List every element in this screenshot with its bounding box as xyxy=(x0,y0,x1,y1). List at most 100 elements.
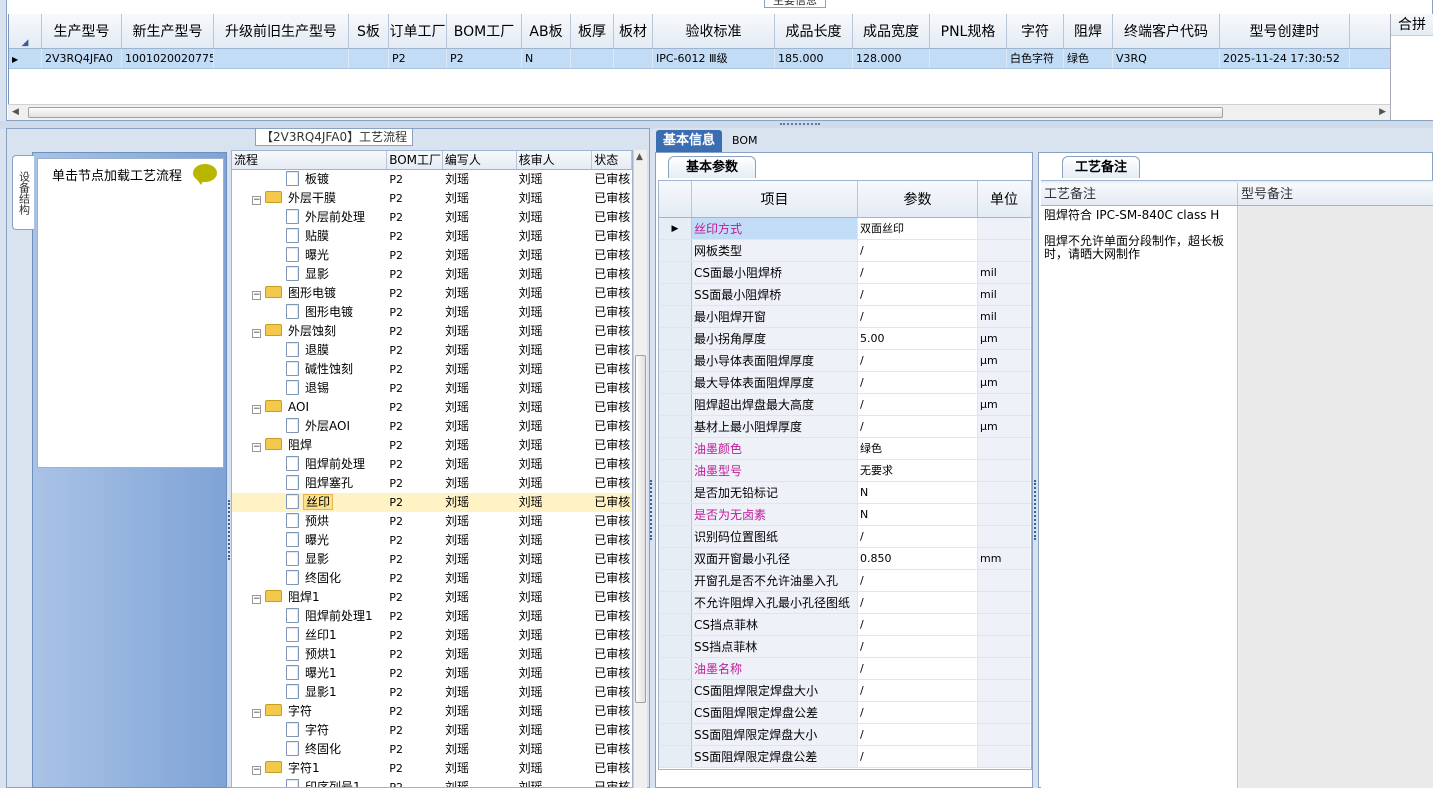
param-value[interactable]: / xyxy=(858,702,978,723)
tree-row[interactable]: 退锡 P2 刘瑶 刘瑶 已审核 xyxy=(232,379,632,398)
collapse-icon[interactable]: − xyxy=(252,709,261,718)
tree-row[interactable]: 预烘1 P2 刘瑶 刘瑶 已审核 xyxy=(232,645,632,664)
param-value[interactable]: / xyxy=(858,592,978,613)
param-value[interactable]: N xyxy=(858,482,978,503)
col-header[interactable]: 新生产型号 xyxy=(122,14,214,48)
cell[interactable] xyxy=(614,49,653,68)
param-row[interactable]: 油墨颜色 绿色 xyxy=(659,438,1031,460)
tree-node[interactable]: − 字符1 xyxy=(232,759,387,778)
param-row[interactable]: SS面最小阻焊桥 / mil xyxy=(659,284,1031,306)
row-selector[interactable] xyxy=(659,262,692,283)
tree-row[interactable]: − 外层干膜 P2 刘瑶 刘瑶 已审核 xyxy=(232,189,632,208)
param-row[interactable]: SS面阻焊限定焊盘公差 / xyxy=(659,746,1031,768)
col-header[interactable]: 成品宽度 xyxy=(853,14,930,48)
tree-node[interactable]: 退锡 xyxy=(232,379,387,398)
col-header[interactable]: AB板 xyxy=(522,14,571,48)
row-selector[interactable] xyxy=(659,504,692,525)
tree-row[interactable]: − 阻焊 P2 刘瑶 刘瑶 已审核 xyxy=(232,436,632,455)
tree-node[interactable]: 阻焊前处理1 xyxy=(232,607,387,626)
tree-row[interactable]: − AOI P2 刘瑶 刘瑶 已审核 xyxy=(232,398,632,417)
tree-node[interactable]: − 外层蚀刻 xyxy=(232,322,387,341)
col-header[interactable]: 验收标准 xyxy=(653,14,775,48)
tab-bom[interactable]: BOM xyxy=(732,134,758,147)
cell[interactable]: IPC-6012 Ⅲ级 xyxy=(653,49,775,68)
param-value[interactable]: / xyxy=(858,658,978,679)
param-value[interactable]: 0.850 xyxy=(858,548,978,569)
model-note-cell[interactable] xyxy=(1239,206,1433,788)
cell[interactable] xyxy=(349,49,389,68)
col-header[interactable]: 字符 xyxy=(1007,14,1064,48)
col-header[interactable]: 板厚 xyxy=(571,14,614,48)
row-selector[interactable] xyxy=(659,680,692,701)
row-selector[interactable] xyxy=(659,328,692,349)
collapse-icon[interactable]: − xyxy=(252,405,261,414)
tree-row[interactable]: 显影 P2 刘瑶 刘瑶 已审核 xyxy=(232,265,632,284)
load-flow-hint[interactable]: 单击节点加载工艺流程 xyxy=(52,165,182,184)
param-value[interactable]: / xyxy=(858,306,978,327)
param-value[interactable]: / xyxy=(858,724,978,745)
tree-node[interactable]: 终固化 xyxy=(232,740,387,759)
row-selector[interactable] xyxy=(659,636,692,657)
col-value[interactable]: 参数 xyxy=(858,181,978,217)
merge-column-header[interactable]: 合拼 xyxy=(1391,14,1433,36)
row-selector[interactable] xyxy=(659,350,692,371)
tree-row[interactable]: 碱性蚀刻 P2 刘瑶 刘瑶 已审核 xyxy=(232,360,632,379)
tree-row[interactable]: 曝光 P2 刘瑶 刘瑶 已审核 xyxy=(232,531,632,550)
cell[interactable]: 绿色 xyxy=(1064,49,1113,68)
tree-node[interactable]: 图形电镀 xyxy=(232,303,387,322)
tree-node[interactable]: 阻焊塞孔 xyxy=(232,474,387,493)
col-header[interactable]: BOM工厂 xyxy=(447,14,522,48)
cell[interactable]: P2 xyxy=(389,49,447,68)
param-row[interactable]: 油墨型号 无要求 xyxy=(659,460,1031,482)
tree-node[interactable]: 显影1 xyxy=(232,683,387,702)
tree-node[interactable]: − 字符 xyxy=(232,702,387,721)
tree-row[interactable]: 外层AOI P2 刘瑶 刘瑶 已审核 xyxy=(232,417,632,436)
cell[interactable] xyxy=(214,49,349,68)
tree-row[interactable]: 预烘 P2 刘瑶 刘瑶 已审核 xyxy=(232,512,632,531)
col-header[interactable]: S板 xyxy=(349,14,389,48)
tree-row[interactable]: 曝光 P2 刘瑶 刘瑶 已审核 xyxy=(232,246,632,265)
cell[interactable] xyxy=(571,49,614,68)
cell[interactable]: 2025-11-24 17:30:52 xyxy=(1220,49,1350,68)
row-selector[interactable] xyxy=(659,614,692,635)
cell[interactable]: 128.000 xyxy=(853,49,930,68)
hscroll-thumb[interactable] xyxy=(28,107,1223,118)
col-header[interactable]: 型号创建时 xyxy=(1220,14,1350,48)
scroll-up-icon[interactable]: ▲ xyxy=(636,152,643,162)
tree-node[interactable]: 丝印1 xyxy=(232,626,387,645)
row-selector[interactable] xyxy=(659,482,692,503)
tree-node[interactable]: 终固化 xyxy=(232,569,387,588)
tree-row[interactable]: − 字符1 P2 刘瑶 刘瑶 已审核 xyxy=(232,759,632,778)
row-selector[interactable] xyxy=(659,416,692,437)
tree-row[interactable]: 终固化 P2 刘瑶 刘瑶 已审核 xyxy=(232,740,632,759)
param-row[interactable]: 是否加无铅标记 N xyxy=(659,482,1031,504)
tab-basic-params[interactable]: 基本参数 xyxy=(668,156,756,178)
row-selector[interactable] xyxy=(659,526,692,547)
param-row[interactable]: 是否为无卤素 N xyxy=(659,504,1031,526)
row-selector[interactable] xyxy=(659,240,692,261)
tree-row[interactable]: 阻焊前处理 P2 刘瑶 刘瑶 已审核 xyxy=(232,455,632,474)
param-value[interactable]: / xyxy=(858,526,978,547)
param-row[interactable]: CS面最小阻焊桥 / mil xyxy=(659,262,1031,284)
tree-node[interactable]: 曝光 xyxy=(232,531,387,550)
param-value[interactable]: / xyxy=(858,372,978,393)
col-process-note[interactable]: 工艺备注 xyxy=(1041,183,1238,206)
tree-node[interactable]: − 图形电镀 xyxy=(232,284,387,303)
tree-row[interactable]: 显影1 P2 刘瑶 刘瑶 已审核 xyxy=(232,683,632,702)
cell[interactable]: N xyxy=(522,49,571,68)
param-value[interactable]: / xyxy=(858,416,978,437)
tab-process-notes[interactable]: 工艺备注 xyxy=(1062,156,1140,178)
tree-row[interactable]: 显影 P2 刘瑶 刘瑶 已审核 xyxy=(232,550,632,569)
tree-row[interactable]: 丝印1 P2 刘瑶 刘瑶 已审核 xyxy=(232,626,632,645)
tree-node[interactable]: 碱性蚀刻 xyxy=(232,360,387,379)
cell[interactable] xyxy=(930,49,1007,68)
tree-row[interactable]: 阻焊塞孔 P2 刘瑶 刘瑶 已审核 xyxy=(232,474,632,493)
param-row[interactable]: 开窗孔是否不允许油墨入孔 / xyxy=(659,570,1031,592)
param-value[interactable]: / xyxy=(858,284,978,305)
row-selector[interactable] xyxy=(659,702,692,723)
param-value[interactable]: / xyxy=(858,240,978,261)
param-row[interactable]: 最小导体表面阻焊厚度 / μm xyxy=(659,350,1031,372)
param-row[interactable]: CS面阻焊限定焊盘公差 / xyxy=(659,702,1031,724)
tree-node[interactable]: 外层前处理 xyxy=(232,208,387,227)
param-value[interactable]: N xyxy=(858,504,978,525)
